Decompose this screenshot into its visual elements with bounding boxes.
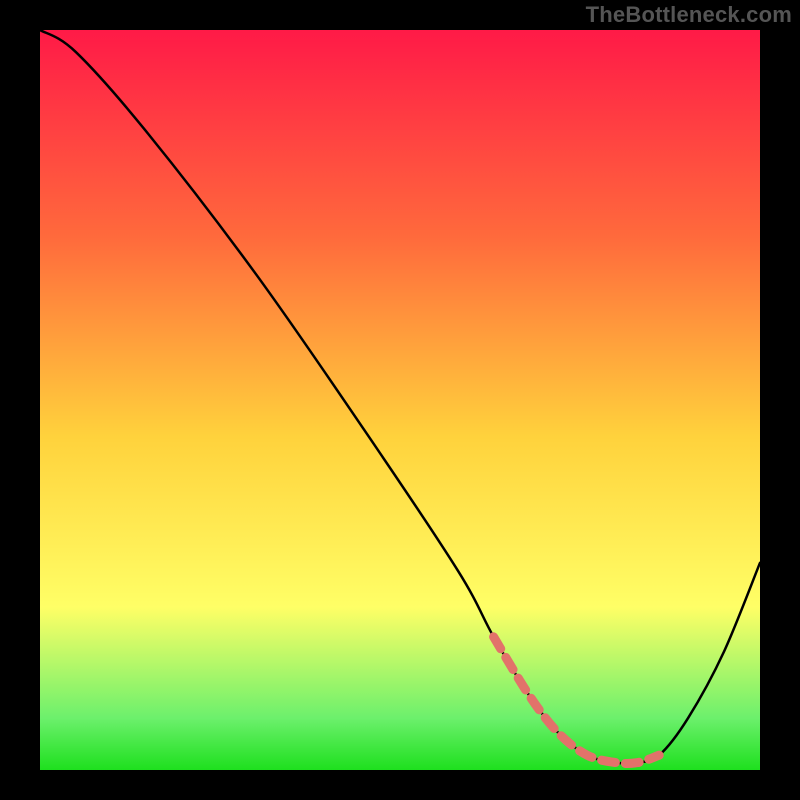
chart-svg <box>40 30 760 770</box>
gradient-rect <box>40 30 760 770</box>
bottleneck-chart <box>40 30 760 770</box>
watermark-text: TheBottleneck.com <box>586 2 792 28</box>
chart-frame: TheBottleneck.com <box>0 0 800 800</box>
